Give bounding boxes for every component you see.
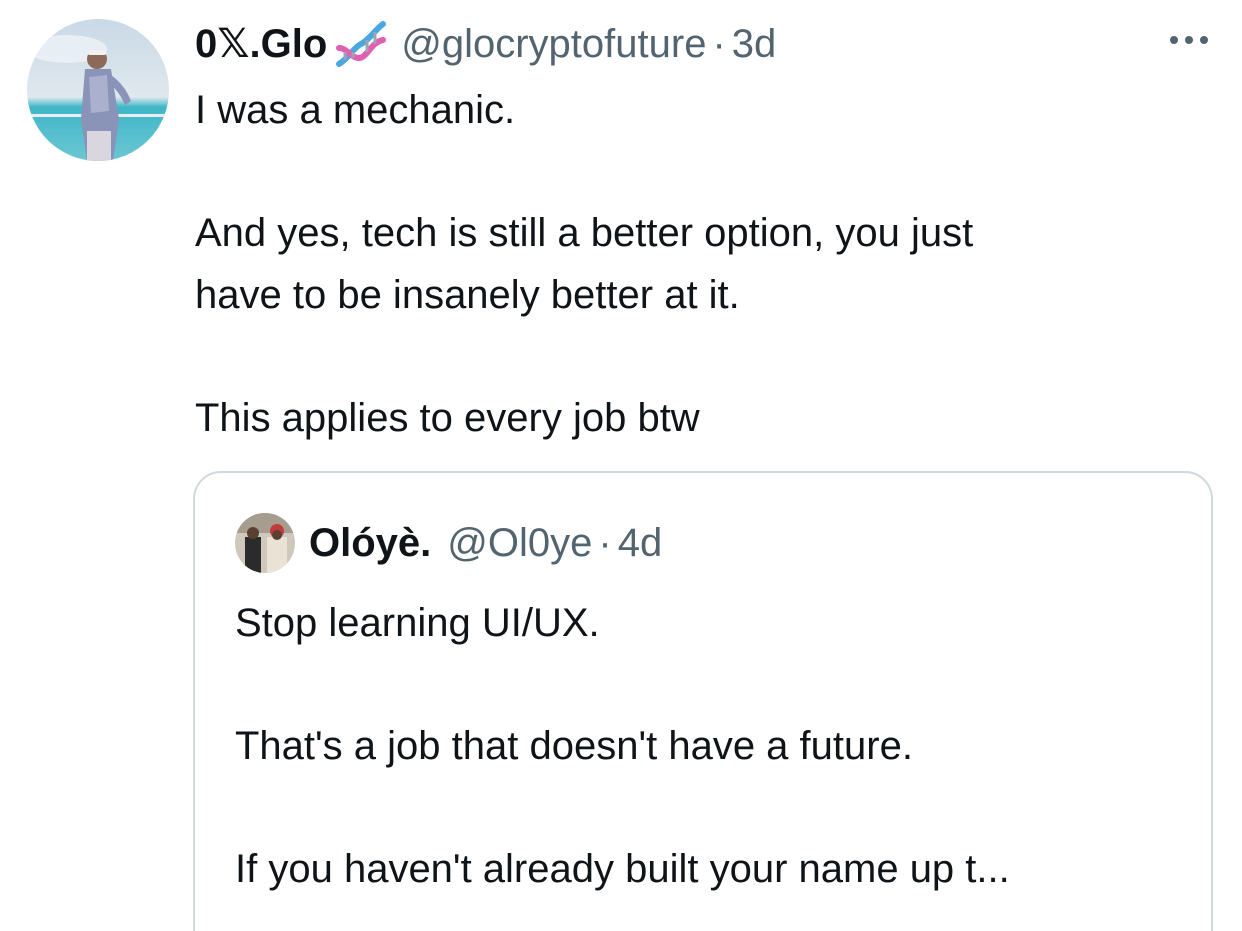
quoted-user-handle[interactable]: @Ol0ye [447,521,592,566]
tweet-text: I was a mechanic. And yes, tech is still… [195,88,974,440]
tweet[interactable]: 0𝕏.Glo @glocryptofuture · 3d I was a mec… [0,0,1242,931]
quoted-display-name[interactable]: Olóyè. [309,521,431,566]
more-horizontal-icon[interactable] [1168,30,1210,50]
avatar[interactable] [27,19,169,161]
tweet-header: 0𝕏.Glo @glocryptofuture · 3d [195,16,776,72]
quoted-timestamp[interactable]: 4d [618,521,663,566]
quoted-separator-dot: · [598,520,612,565]
quoted-tweet-header: Olóyè. @Ol0ye · 4d [235,513,662,573]
quoted-avatar-image [235,513,295,573]
quoted-tweet-text: Stop learning UI/UX. That's a job that d… [235,601,1010,891]
avatar-image [27,19,169,161]
display-name[interactable]: 0𝕏.Glo [195,21,327,67]
quoted-avatar[interactable] [235,513,295,573]
quoted-tweet[interactable]: Olóyè. @Ol0ye · 4d Stop learning UI/UX. … [193,471,1213,931]
dna-icon [331,18,391,70]
user-handle[interactable]: @glocryptofuture [401,22,706,67]
separator-dot: · [712,21,726,66]
timestamp[interactable]: 3d [732,22,777,67]
